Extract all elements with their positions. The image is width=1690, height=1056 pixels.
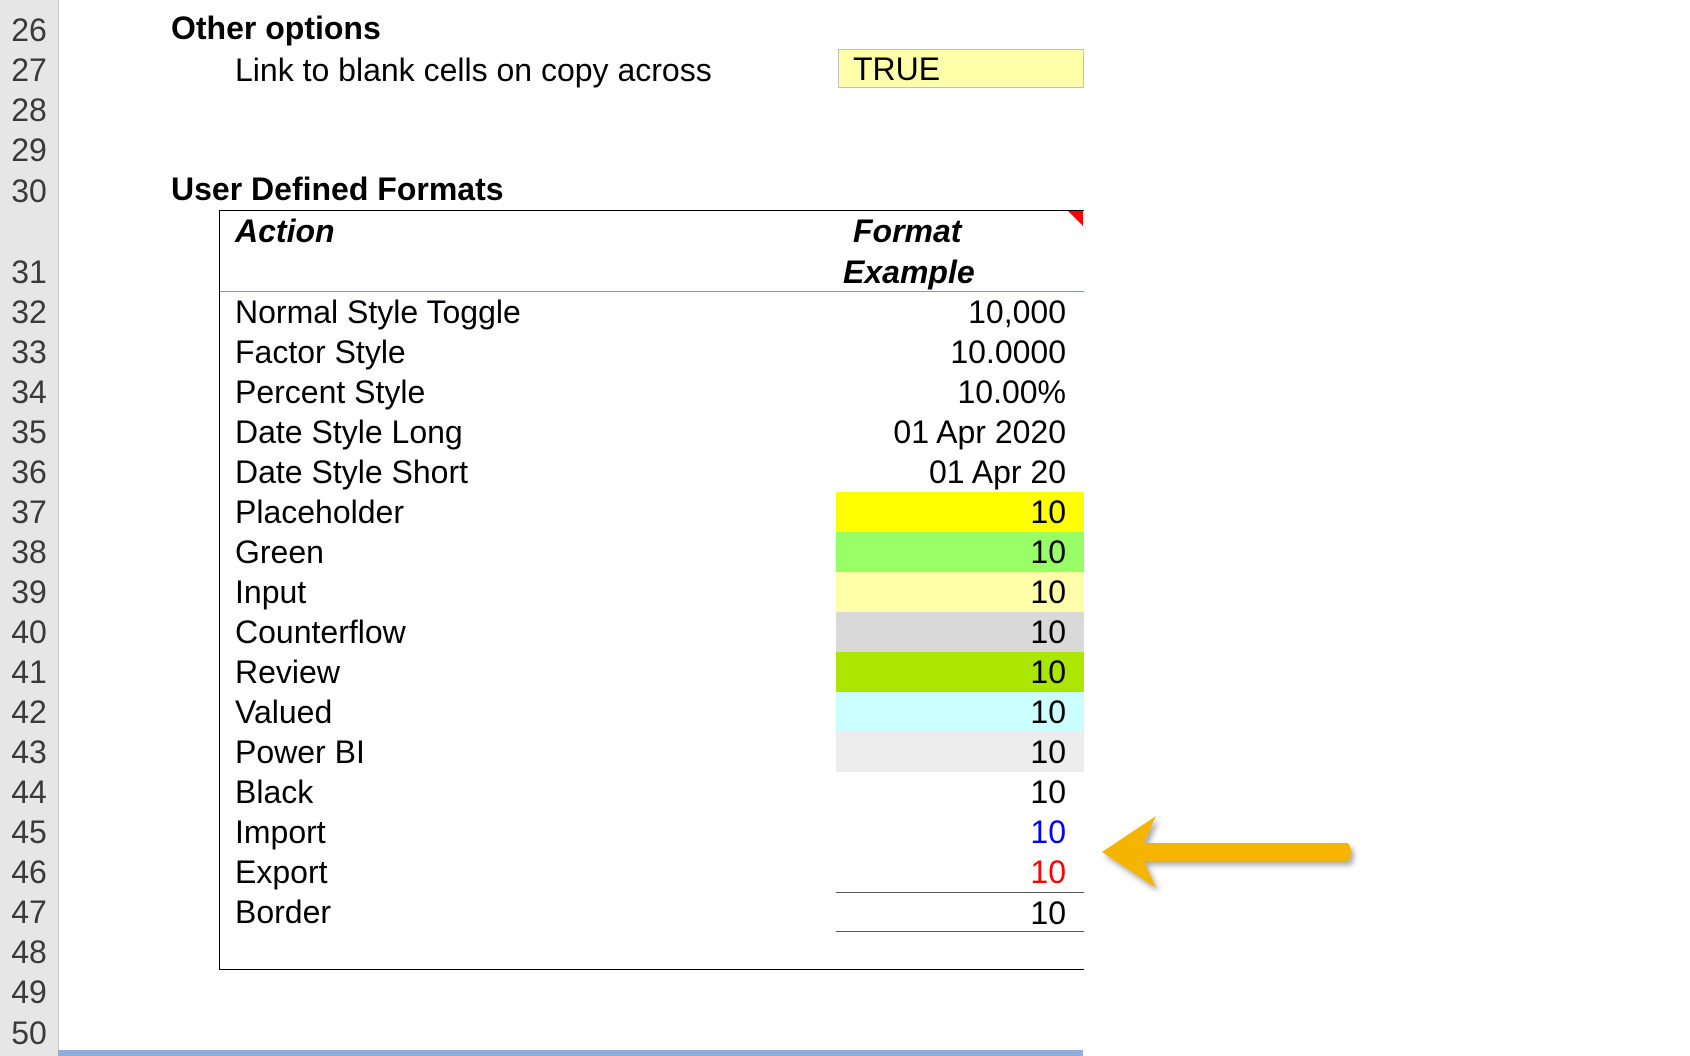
row-header[interactable]: 42: [0, 692, 58, 732]
format-example-cell[interactable]: 10: [836, 572, 1084, 612]
format-action-label: Date Style Short: [235, 454, 468, 490]
format-example-cell[interactable]: 10: [836, 612, 1084, 652]
row-header[interactable]: 26: [0, 10, 58, 50]
row-header[interactable]: 25: [0, 0, 58, 8]
row-header[interactable]: 48: [0, 932, 58, 972]
format-action-label: Input: [235, 574, 307, 610]
row-header[interactable]: 47: [0, 892, 58, 932]
row-header[interactable]: 40: [0, 612, 58, 652]
format-example-cell[interactable]: 10: [836, 692, 1084, 732]
link-blank-cells-input[interactable]: TRUE: [838, 49, 1084, 88]
format-action-label: Counterflow: [235, 614, 406, 650]
format-example-cell[interactable]: 10: [836, 812, 1084, 852]
row-header[interactable]: 50: [0, 1013, 58, 1053]
row-header[interactable]: 32: [0, 292, 58, 332]
format-column-header: Format: [853, 213, 962, 249]
format-action-label: Percent Style: [235, 374, 426, 410]
row-header[interactable]: 37: [0, 492, 58, 532]
format-action-label: Review: [235, 654, 340, 690]
row-header[interactable]: 29: [0, 130, 58, 170]
format-action-label: Date Style Long: [235, 414, 463, 450]
row-header[interactable]: 38: [0, 532, 58, 572]
format-example-cell[interactable]: 10: [836, 852, 1084, 892]
format-example-cell[interactable]: 10: [836, 732, 1084, 772]
comment-indicator-icon[interactable]: [1068, 211, 1083, 226]
format-action-label: Factor Style: [235, 334, 406, 370]
example-column-header: Example: [843, 254, 975, 290]
format-action-label: Green: [235, 534, 324, 570]
format-example-cell[interactable]: 10: [836, 492, 1084, 532]
other-options-heading: Other options: [171, 10, 381, 46]
left-arrow-icon: [1102, 816, 1351, 888]
row-header[interactable]: 27: [0, 50, 58, 90]
format-example-cell[interactable]: 10: [836, 772, 1084, 812]
format-example-cell[interactable]: 10.0000: [836, 332, 1084, 372]
format-example-cell[interactable]: 01 Apr 2020: [836, 412, 1084, 452]
action-column-header: Action: [235, 213, 335, 249]
row-header[interactable]: 34: [0, 372, 58, 412]
format-example-cell[interactable]: 01 Apr 20: [836, 452, 1084, 492]
row-header[interactable]: 33: [0, 332, 58, 372]
link-blank-cells-label: Link to blank cells on copy across: [235, 52, 712, 88]
format-example-cell[interactable]: 10: [836, 532, 1084, 572]
row-header[interactable]: 45: [0, 812, 58, 852]
format-example-cell[interactable]: 10.00%: [836, 372, 1084, 412]
format-action-label: Black: [235, 774, 314, 810]
row-header[interactable]: 44: [0, 772, 58, 812]
format-action-label: Power BI: [235, 734, 365, 770]
format-action-label: Import: [235, 814, 326, 850]
user-defined-formats-heading: User Defined Formats: [171, 171, 504, 207]
format-example-cell[interactable]: 10,000: [836, 292, 1084, 332]
format-action-label: Export: [235, 854, 328, 890]
format-example-cell[interactable]: 10: [836, 652, 1084, 692]
format-example-cell[interactable]: 10: [836, 892, 1084, 932]
row-header[interactable]: 30: [0, 171, 58, 211]
row-header[interactable]: 46: [0, 852, 58, 892]
row-header[interactable]: 28: [0, 90, 58, 130]
row-header[interactable]: 39: [0, 572, 58, 612]
row-header[interactable]: 36: [0, 452, 58, 492]
format-action-label: Valued: [235, 694, 333, 730]
worksheet-bottom-edge: [58, 1050, 1083, 1056]
row-header-column: 25 26 27 28 29 30 31 32 33 34 35 36 37 3…: [0, 0, 59, 1056]
row-header[interactable]: 35: [0, 412, 58, 452]
format-action-label: Placeholder: [235, 494, 404, 530]
row-header[interactable]: 41: [0, 652, 58, 692]
row-header[interactable]: 43: [0, 732, 58, 772]
row-header[interactable]: 31: [0, 252, 58, 292]
format-action-label: Border: [235, 894, 332, 930]
row-header[interactable]: 49: [0, 972, 58, 1012]
format-action-label: Normal Style Toggle: [235, 294, 521, 330]
